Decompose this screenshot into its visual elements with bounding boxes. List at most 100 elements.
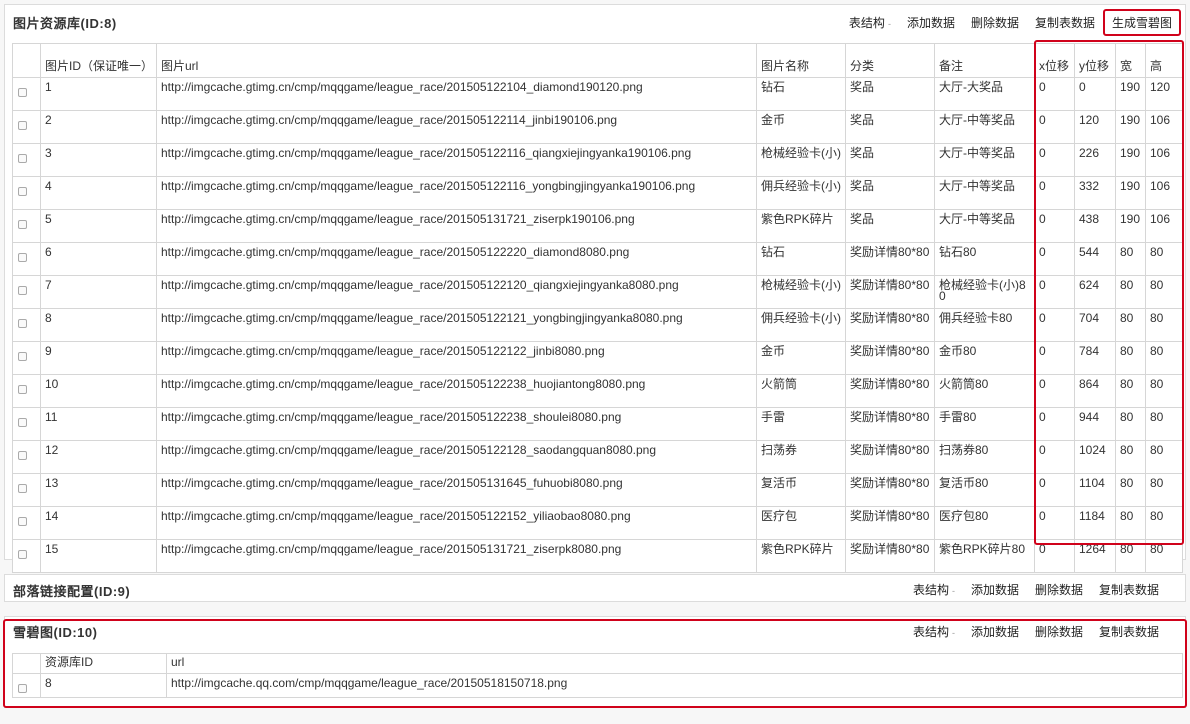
cell-image-url: http://imgcache.gtimg.cn/cmp/mqqgame/lea… <box>156 407 757 441</box>
cell-width: 190 <box>1115 176 1146 210</box>
cell-x-offset: 0 <box>1034 209 1075 243</box>
cell-image-name: 扫荡券 <box>756 440 846 474</box>
cell-remark: 大厅-中等奖品 <box>934 110 1035 144</box>
table-row: 1 http://imgcache.gtimg.cn/cmp/mqqgame/le… <box>12 77 1183 111</box>
table-structure-menu[interactable]: 表结构 - <box>913 581 955 598</box>
row-checkbox-cell <box>12 506 41 540</box>
cell-y-offset: 624 <box>1074 275 1116 309</box>
cell-image-id: 10 <box>40 374 157 408</box>
cell-remark: 金币80 <box>934 341 1035 375</box>
header-category: 分类 <box>845 43 935 78</box>
cell-image-name: 枪械经验卡(小) <box>756 143 846 177</box>
row-checkbox-cell <box>12 242 41 276</box>
row-checkbox-cell <box>12 473 41 507</box>
row-checkbox[interactable] <box>18 484 27 493</box>
row-checkbox[interactable] <box>18 684 27 693</box>
cell-image-url: http://imgcache.gtimg.cn/cmp/mqqgame/lea… <box>156 176 757 210</box>
cell-image-id: 6 <box>40 242 157 276</box>
header-remark: 备注 <box>934 43 1035 78</box>
row-checkbox[interactable] <box>18 352 27 361</box>
table-structure-label: 表结构 <box>912 625 949 639</box>
row-checkbox[interactable] <box>18 451 27 460</box>
row-checkbox[interactable] <box>18 187 27 196</box>
cell-height: 106 <box>1145 143 1183 177</box>
cell-y-offset: 704 <box>1074 308 1116 342</box>
row-checkbox[interactable] <box>18 319 27 328</box>
row-checkbox-cell <box>12 209 41 243</box>
header-library-id: 资源库ID <box>40 653 167 674</box>
cell-y-offset: 1104 <box>1074 473 1116 507</box>
table-row: 4 http://imgcache.gtimg.cn/cmp/mqqgame/le… <box>12 176 1183 210</box>
row-checkbox-cell <box>12 673 41 698</box>
panel-title: 雪碧图(ID:10) <box>13 625 98 640</box>
row-checkbox[interactable] <box>18 121 27 130</box>
cell-category: 奖励详情80*80 <box>845 407 935 441</box>
cell-category: 奖品 <box>845 110 935 144</box>
cell-x-offset: 0 <box>1034 77 1075 111</box>
cell-height: 80 <box>1145 407 1183 441</box>
cell-image-name: 火箭筒 <box>756 374 846 408</box>
row-checkbox-cell <box>12 407 41 441</box>
cell-x-offset: 0 <box>1034 473 1075 507</box>
delete-data-button[interactable]: 删除数据 <box>1035 581 1083 598</box>
cell-image-url: http://imgcache.gtimg.cn/cmp/mqqgame/lea… <box>156 341 757 375</box>
copy-table-button[interactable]: 复制表数据 <box>1035 14 1095 31</box>
delete-data-button[interactable]: 删除数据 <box>1035 623 1083 640</box>
row-checkbox[interactable] <box>18 88 27 97</box>
row-checkbox-cell <box>12 176 41 210</box>
generate-sprite-button[interactable]: 生成雪碧图 <box>1102 9 1181 36</box>
copy-table-button[interactable]: 复制表数据 <box>1099 623 1159 640</box>
row-checkbox[interactable] <box>18 286 27 295</box>
tribe-link-panel: 部落链接配置(ID:9) 表结构 - 添加数据 删除数据 复制表数据 <box>4 574 1186 602</box>
delete-data-button[interactable]: 删除数据 <box>971 14 1019 31</box>
cell-image-name: 钻石 <box>756 77 846 111</box>
add-data-button[interactable]: 添加数据 <box>971 623 1019 640</box>
image-library-panel: 图片资源库(ID:8) 表结构 - 添加数据 删除数据 复制表数据 生成雪碧图 图… <box>4 4 1186 573</box>
row-checkbox[interactable] <box>18 550 27 559</box>
add-data-button[interactable]: 添加数据 <box>971 581 1019 598</box>
cell-remark: 紫色RPK碎片80 <box>934 539 1035 573</box>
cell-remark: 火箭筒80 <box>934 374 1035 408</box>
cell-image-url: http://imgcache.gtimg.cn/cmp/mqqgame/lea… <box>156 143 757 177</box>
cell-url: http://imgcache.qq.com/cmp/mqqgame/leagu… <box>166 673 1183 698</box>
cell-remark: 扫荡券80 <box>934 440 1035 474</box>
cell-category: 奖励详情80*80 <box>845 341 935 375</box>
row-checkbox[interactable] <box>18 418 27 427</box>
row-checkbox-cell <box>12 77 41 111</box>
cell-image-url: http://imgcache.gtimg.cn/cmp/mqqgame/lea… <box>156 440 757 474</box>
table-structure-menu[interactable]: 表结构 - <box>849 14 891 31</box>
table-header-row: 资源库ID url <box>12 653 1183 674</box>
row-checkbox[interactable] <box>18 154 27 163</box>
cell-image-id: 11 <box>40 407 157 441</box>
row-checkbox[interactable] <box>18 253 27 262</box>
cell-width: 190 <box>1115 110 1146 144</box>
cell-image-id: 9 <box>40 341 157 375</box>
header-image-id: 图片ID（保证唯一） <box>40 43 157 78</box>
cell-y-offset: 544 <box>1074 242 1116 276</box>
table-row: 15 http://imgcache.gtimg.cn/cmp/mqqgame/l… <box>12 539 1183 573</box>
row-checkbox[interactable] <box>18 385 27 394</box>
row-checkbox[interactable] <box>18 220 27 229</box>
table-structure-menu[interactable]: 表结构 - <box>913 623 955 640</box>
cell-image-name: 紫色RPK碎片 <box>756 209 846 243</box>
cell-image-name: 金币 <box>756 341 846 375</box>
cell-width: 190 <box>1115 209 1146 243</box>
image-table: 图片ID（保证唯一） 图片url 图片名称 分类 备注 x位移 y位移 宽 高 … <box>12 43 1183 573</box>
add-data-button[interactable]: 添加数据 <box>907 14 955 31</box>
header-x-offset: x位移 <box>1034 43 1075 78</box>
cell-height: 80 <box>1145 242 1183 276</box>
row-checkbox-cell <box>12 110 41 144</box>
cell-image-name: 医疗包 <box>756 506 846 540</box>
cell-width: 80 <box>1115 440 1146 474</box>
cell-remark: 手雷80 <box>934 407 1035 441</box>
copy-table-button[interactable]: 复制表数据 <box>1099 581 1159 598</box>
cell-height: 80 <box>1145 308 1183 342</box>
caret-icon: - <box>951 628 955 638</box>
cell-image-url: http://imgcache.gtimg.cn/cmp/mqqgame/lea… <box>156 374 757 408</box>
table-row: 2 http://imgcache.gtimg.cn/cmp/mqqgame/le… <box>12 110 1183 144</box>
row-checkbox[interactable] <box>18 517 27 526</box>
cell-image-url: http://imgcache.gtimg.cn/cmp/mqqgame/lea… <box>156 242 757 276</box>
header-y-offset: y位移 <box>1074 43 1116 78</box>
cell-remark: 大厅-中等奖品 <box>934 176 1035 210</box>
table-row: 5 http://imgcache.gtimg.cn/cmp/mqqgame/le… <box>12 209 1183 243</box>
